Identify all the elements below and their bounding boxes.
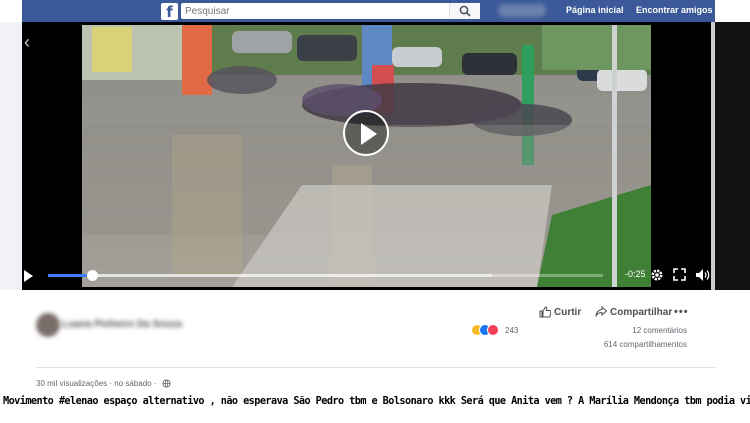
view-count: 30 mil visualizações [36, 379, 108, 388]
time-remaining: -0:25 [625, 269, 646, 279]
video-player[interactable]: ‹ -0:25 [22, 22, 715, 290]
search-icon [459, 5, 471, 17]
progress-fill [48, 274, 93, 277]
post-caption: Movimento #elenao espaço alternativo , n… [3, 396, 750, 407]
progress-bar[interactable] [48, 270, 603, 281]
fullscreen-icon[interactable] [673, 268, 686, 281]
top-navigation-bar: f Página inicial Encontrar amigos [22, 0, 715, 22]
like-label: Curtir [554, 307, 582, 318]
comments-count[interactable]: 12 comentários [632, 326, 687, 335]
video-controls: -0:25 [22, 262, 715, 290]
nav-find-friends-link[interactable]: Encontrar amigos [636, 5, 713, 15]
progress-handle[interactable] [87, 270, 99, 281]
more-options-icon[interactable]: ••• [674, 306, 689, 318]
search-input[interactable] [185, 3, 445, 19]
post-date[interactable]: no sábado [114, 379, 151, 388]
shares-count[interactable]: 614 compartilhamentos [604, 340, 687, 349]
globe-icon[interactable] [162, 379, 171, 388]
profile-avatar[interactable] [498, 4, 546, 17]
play-icon [361, 123, 377, 145]
left-margin [0, 22, 22, 290]
like-button[interactable]: Curtir [539, 306, 581, 318]
separator-dot: · [153, 379, 159, 388]
love-reaction-icon [487, 324, 499, 336]
author-avatar[interactable] [36, 313, 60, 337]
divider [36, 367, 715, 368]
search-box[interactable] [181, 3, 480, 19]
share-label: Compartilhar [610, 307, 673, 318]
gear-icon[interactable] [650, 268, 664, 282]
progress-buffer [48, 274, 492, 277]
volume-icon[interactable] [695, 268, 710, 282]
search-button[interactable] [449, 3, 480, 19]
facebook-logo-icon[interactable]: f [161, 3, 178, 20]
right-panel [715, 22, 750, 290]
share-arrow-icon [595, 305, 608, 317]
play-button[interactable] [343, 110, 389, 156]
video-frame-image [82, 25, 651, 287]
chevron-left-icon[interactable]: ‹ [24, 32, 30, 53]
reaction-count[interactable]: 243 [505, 326, 518, 335]
play-control-icon[interactable] [24, 270, 33, 282]
share-button[interactable]: Compartilhar [595, 305, 673, 318]
nav-home-link[interactable]: Página inicial [566, 5, 624, 15]
thumbs-up-icon [539, 306, 552, 318]
post-meta: 30 mil visualizações · no sábado · [36, 379, 171, 388]
author-name[interactable]: Luana Pinheiro Da Souza [62, 319, 182, 330]
